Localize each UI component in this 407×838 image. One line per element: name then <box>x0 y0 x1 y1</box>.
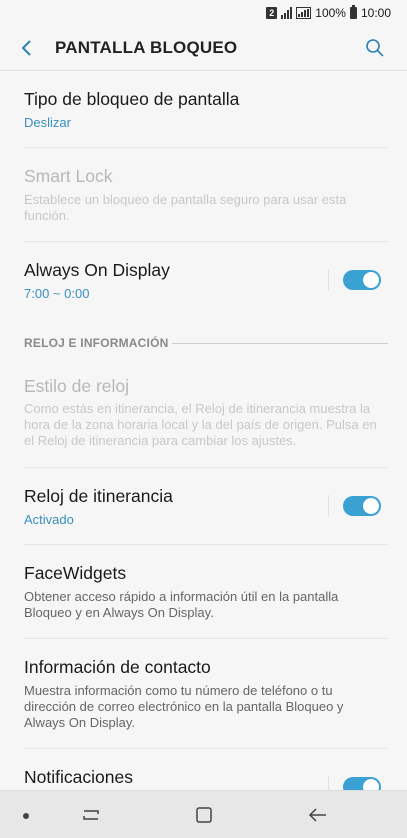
smart-lock-item: Smart Lock Establece un bloqueo de panta… <box>0 148 407 241</box>
app-bar: PANTALLA BLOQUEO <box>0 26 407 70</box>
back-arrow-icon <box>21 40 31 56</box>
toggle-separator <box>328 776 329 790</box>
toggle-separator <box>328 495 329 517</box>
sim-badge: 2 <box>266 7 278 19</box>
facewidgets-item[interactable]: FaceWidgets Obtener acceso rápido a info… <box>0 545 407 638</box>
search-icon <box>366 39 384 57</box>
toggle-separator <box>328 269 329 291</box>
notifications-toggle[interactable] <box>343 777 381 790</box>
status-bar: 2 100% 10:00 <box>0 0 407 26</box>
notifications-title: Notificaciones <box>24 767 133 787</box>
section-header-clock-info: RELOJ E INFORMACIÓN <box>24 336 169 350</box>
section-line <box>172 343 388 344</box>
lock-type-title: Tipo de bloqueo de pantalla <box>24 89 240 109</box>
navigation-bar <box>0 790 407 838</box>
always-on-display-value: 7:00 ~ 0:00 <box>24 286 90 301</box>
roaming-clock-item[interactable]: Reloj de itinerancia Activado <box>0 468 407 544</box>
contact-info-item[interactable]: Información de contacto Muestra informac… <box>0 639 407 748</box>
recent-apps-button[interactable] <box>79 803 103 827</box>
back-button[interactable] <box>16 37 38 59</box>
battery-icon <box>349 5 357 19</box>
clock-style-item: Estilo de reloj Como estás en itineranci… <box>0 361 407 467</box>
contact-info-title: Información de contacto <box>24 657 211 677</box>
always-on-display-title: Always On Display <box>24 260 170 280</box>
signal-icon <box>281 7 293 19</box>
smart-lock-title: Smart Lock <box>24 166 113 186</box>
roaming-clock-toggle[interactable] <box>343 496 381 516</box>
toggle-knob <box>362 271 380 289</box>
signal-icon-2 <box>296 7 312 19</box>
roaming-clock-title: Reloj de itinerancia <box>24 486 173 506</box>
always-on-display-item[interactable]: Always On Display 7:00 ~ 0:00 <box>0 242 407 320</box>
nav-back-icon <box>308 808 326 822</box>
home-icon <box>196 807 212 823</box>
nav-back-button[interactable] <box>306 803 330 827</box>
clock-style-title: Estilo de reloj <box>24 376 130 396</box>
contact-info-desc: Muestra información como tu número de te… <box>24 683 344 730</box>
home-button[interactable] <box>192 803 216 827</box>
facewidgets-desc: Obtener acceso rápido a información útil… <box>24 589 339 620</box>
toggle-knob <box>362 497 380 515</box>
clock-style-desc: Como estás en itinerancia, el Reloj de i… <box>24 401 377 448</box>
roaming-clock-value: Activado <box>24 512 74 527</box>
lock-type-item[interactable]: Tipo de bloqueo de pantalla Deslizar <box>0 71 407 147</box>
smart-lock-desc: Establece un bloqueo de pantalla seguro … <box>24 192 347 223</box>
lock-type-value: Deslizar <box>24 115 71 130</box>
nav-dot-icon <box>23 813 29 819</box>
settings-list[interactable]: Tipo de bloqueo de pantalla Deslizar Sma… <box>0 71 407 790</box>
toggle-knob <box>362 778 380 790</box>
facewidgets-title: FaceWidgets <box>24 563 127 583</box>
status-time: 10:00 <box>360 6 391 20</box>
notifications-item[interactable]: Notificaciones <box>0 749 407 790</box>
battery-percent: 100% <box>315 6 346 20</box>
recent-apps-icon <box>83 810 99 820</box>
page-title: PANTALLA BLOQUEO <box>55 38 238 57</box>
search-button[interactable] <box>363 36 387 60</box>
always-on-display-toggle[interactable] <box>343 270 381 290</box>
